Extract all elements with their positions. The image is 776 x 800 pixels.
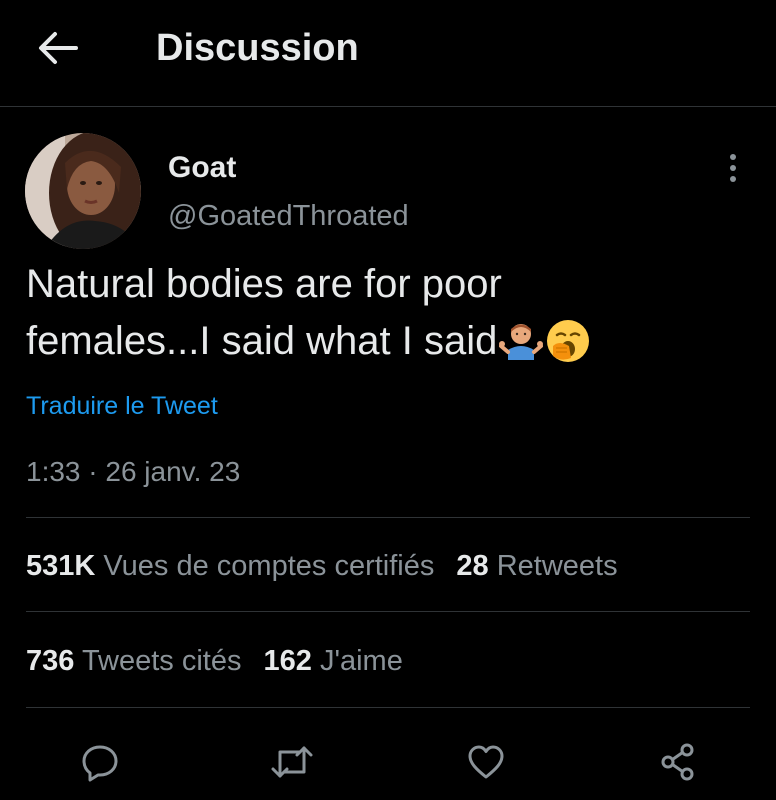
views-label: Vues de comptes certifiés: [103, 550, 435, 582]
arrow-left-icon: [39, 32, 78, 64]
likes-label: J'aime: [319, 645, 403, 677]
reply-button[interactable]: [76, 738, 124, 786]
tweet-text-line: females...I said what I said: [26, 319, 498, 363]
quotes-label: Tweets cités: [81, 645, 242, 677]
retweets-count: 28: [456, 550, 489, 582]
more-options-button[interactable]: [716, 148, 750, 188]
share-icon: [661, 743, 694, 781]
stats-row-views-retweets: 531K Vues de comptes certifiés 28 Retweet…: [26, 548, 640, 584]
avatar[interactable]: [25, 133, 141, 249]
author-name[interactable]: Goat: [168, 150, 236, 186]
quotes-stat[interactable]: 736 Tweets cités: [26, 643, 242, 679]
tweet-timestamp[interactable]: 1:33 · 26 janv. 23: [26, 455, 240, 489]
likes-stat[interactable]: 162 J'aime: [264, 643, 403, 679]
views-count: 531K: [26, 550, 96, 582]
quotes-count: 736: [26, 645, 75, 677]
retweet-icon: [271, 746, 313, 778]
share-button[interactable]: [654, 738, 702, 786]
retweet-button[interactable]: [268, 738, 316, 786]
retweets-label: Retweets: [496, 550, 618, 582]
tweet-text-line-2: females...I said what I said: [26, 313, 756, 380]
author-handle[interactable]: @GoatedThroated: [168, 198, 409, 234]
man-shrugging-emoji: [499, 320, 544, 380]
tweet-text: Natural bodies are for poor females...I …: [26, 256, 756, 380]
divider: [26, 611, 750, 612]
like-button[interactable]: [462, 738, 510, 786]
views-stat[interactable]: 531K Vues de comptes certifiés: [26, 548, 434, 584]
retweets-stat[interactable]: 28 Retweets: [456, 548, 617, 584]
divider: [26, 707, 750, 708]
reply-icon: [82, 745, 118, 782]
likes-count: 162: [263, 645, 312, 677]
page-title: Discussion: [156, 27, 359, 69]
header-bar: Discussion: [0, 0, 776, 107]
stats-row-quotes-likes: 736 Tweets cités 162 J'aime: [26, 643, 425, 679]
avatar-image: [25, 133, 141, 249]
more-vertical-icon: [730, 154, 736, 182]
heart-icon: [468, 745, 504, 779]
back-button[interactable]: [36, 26, 80, 70]
yawning-face-emoji: [545, 318, 591, 380]
translate-tweet-link[interactable]: Traduire le Tweet: [26, 390, 218, 422]
tweet-text-line: Natural bodies are for poor: [26, 262, 502, 306]
divider: [26, 517, 750, 518]
